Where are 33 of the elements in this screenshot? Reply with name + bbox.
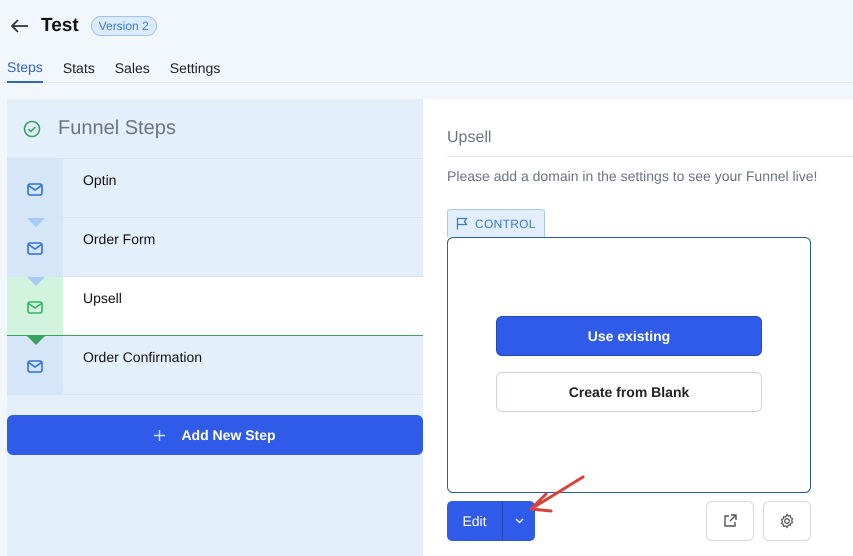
tab[interactable]: Settings — [170, 52, 220, 83]
chevron-down-icon — [514, 518, 524, 524]
back-arrow-icon[interactable] — [10, 19, 29, 33]
flag-icon — [456, 217, 469, 230]
connector-icon — [27, 218, 45, 227]
step-title: Upsell — [447, 129, 492, 146]
check-circle-icon — [23, 120, 41, 138]
panel-title: Funnel Steps — [58, 117, 176, 140]
plus-icon — [154, 430, 166, 440]
funnel-step[interactable]: Order Confirmation — [7, 336, 423, 395]
funnel-step[interactable]: Optin — [7, 159, 423, 218]
edit-split-button[interactable]: Edit — [447, 501, 535, 541]
mail-icon — [27, 360, 43, 373]
use-existing-button[interactable]: Use existing — [496, 316, 762, 356]
settings-icon — [779, 513, 795, 529]
open-external-button[interactable] — [706, 501, 754, 541]
mail-icon — [27, 183, 43, 196]
add-step-button[interactable]: Add New Step — [7, 415, 423, 455]
connector-icon — [27, 336, 45, 345]
mail-icon — [27, 242, 43, 255]
page-title: Test — [41, 15, 79, 37]
external-link-icon — [722, 513, 738, 529]
settings-button[interactable] — [763, 501, 811, 541]
funnel-step[interactable]: Upsell — [7, 277, 423, 336]
tab[interactable]: Steps — [7, 52, 43, 83]
domain-notice: Please add a domain in the settings to see your Funnel live! — [447, 168, 818, 184]
tab[interactable]: Sales — [114, 52, 150, 83]
mail-icon — [27, 301, 43, 314]
edit-button[interactable]: Edit — [447, 501, 503, 541]
create-blank-button[interactable]: Create from Blank — [496, 372, 762, 412]
version-badge: Version 2 — [90, 16, 157, 36]
tab[interactable]: Stats — [62, 52, 95, 83]
connector-icon — [27, 277, 45, 286]
